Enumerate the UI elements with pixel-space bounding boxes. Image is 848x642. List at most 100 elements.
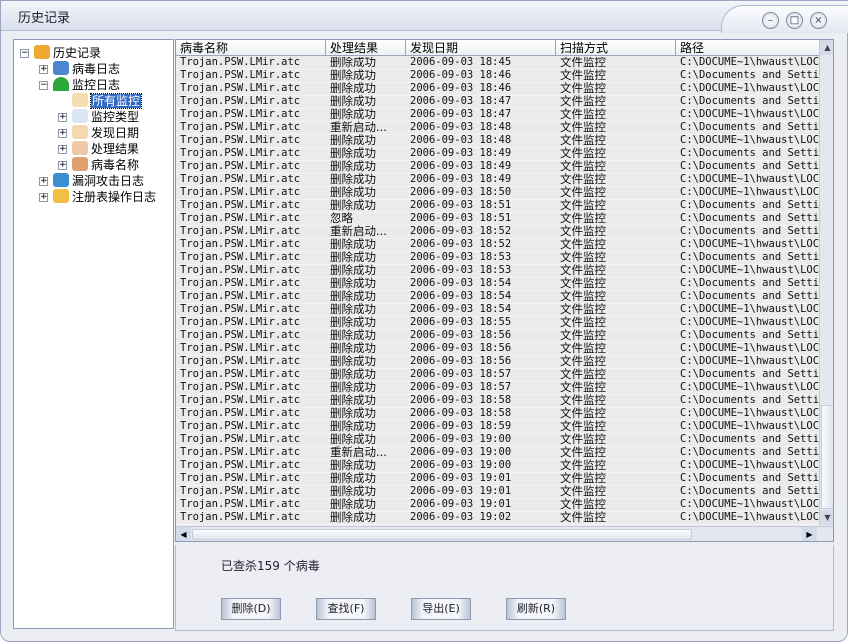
tree-expand-toggle[interactable]: + [58, 161, 67, 170]
cell-date: 2006-09-03 19:00 [410, 459, 512, 471]
cell-date: 2006-09-03 18:49 [410, 173, 512, 185]
tree-node-monitor-log[interactable]: 监控日志 [53, 77, 120, 93]
cell-scan-method: 文件监控 [560, 446, 606, 459]
close-button[interactable]: × [810, 12, 827, 29]
cell-date: 2006-09-03 19:01 [410, 498, 512, 510]
cell-result: 删除成功 [330, 381, 376, 394]
table-header: 病毒名称 处理结果 发现日期 扫描方式 路径 [176, 40, 819, 56]
cell-virus-name: Trojan.PSW.LMir.atc [180, 472, 301, 484]
cell-result: 删除成功 [330, 485, 376, 498]
cell-scan-method: 文件监控 [560, 238, 606, 251]
cell-virus-name: Trojan.PSW.LMir.atc [180, 199, 301, 211]
cell-result: 重新启动... [330, 225, 387, 238]
cell-path: C:\DOCUME~1\hwaust\LOCA [680, 316, 819, 328]
title-bar[interactable]: 历史记录 – □ × [1, 1, 848, 33]
cell-scan-method: 文件监控 [560, 251, 606, 264]
cell-result: 删除成功 [330, 394, 376, 407]
cell-scan-method: 文件监控 [560, 420, 606, 433]
delete-button[interactable]: 删除(D) [221, 598, 281, 620]
cell-scan-method: 文件监控 [560, 485, 606, 498]
tree-node-virus-name[interactable]: 病毒名称 [72, 157, 139, 173]
cell-path: C:\DOCUME~1\hwaust\LOCA [680, 498, 819, 510]
cell-path: C:\DOCUME~1\hwaust\LOCA [680, 355, 819, 367]
cell-date: 2006-09-03 18:46 [410, 69, 512, 81]
cell-virus-name: Trojan.PSW.LMir.atc [180, 82, 301, 94]
cell-virus-name: Trojan.PSW.LMir.atc [180, 446, 301, 458]
table-row[interactable]: Trojan.PSW.LMir.atc 删除成功 2006-09-03 19:02 文… [176, 511, 819, 525]
cell-virus-name: Trojan.PSW.LMir.atc [180, 186, 301, 198]
tree-node-history[interactable]: 历史记录 [34, 45, 101, 61]
column-header-date[interactable]: 发现日期 [406, 40, 556, 56]
scroll-right-button[interactable]: ▶ [802, 527, 817, 541]
column-header-result[interactable]: 处理结果 [326, 40, 406, 56]
registry-icon [53, 189, 69, 203]
cell-virus-name: Trojan.PSW.LMir.atc [180, 433, 301, 445]
export-button[interactable]: 导出(E) [411, 598, 471, 620]
cell-path: C:\Documents and Settin [680, 251, 819, 263]
cell-date: 2006-09-03 18:53 [410, 264, 512, 276]
tree-node-monitor-type[interactable]: 监控类型 [72, 109, 139, 125]
minimize-button[interactable]: – [762, 12, 779, 29]
find-button[interactable]: 查找(F) [316, 598, 376, 620]
tree-expand-toggle[interactable]: + [58, 129, 67, 138]
tree-expand-toggle[interactable]: + [58, 113, 67, 122]
scroll-left-button[interactable]: ◀ [176, 527, 191, 541]
cell-date: 2006-09-03 18:47 [410, 95, 512, 107]
cell-virus-name: Trojan.PSW.LMir.atc [180, 212, 301, 224]
result-icon [72, 141, 88, 155]
tree-collapse-toggle[interactable]: − [20, 49, 29, 58]
tree-expand-toggle[interactable]: + [58, 145, 67, 154]
tree-node-all-monitor[interactable]: 所有监控 [72, 93, 143, 109]
vertical-scrollbar[interactable]: ▲ ▼ [819, 40, 833, 526]
clock-icon [72, 125, 88, 139]
cell-path: C:\Documents and Settin [680, 225, 819, 237]
tree-expand-toggle[interactable]: + [39, 193, 48, 202]
cell-result: 重新启动... [330, 446, 387, 459]
column-header-path[interactable]: 路径 [676, 40, 819, 56]
cell-date: 2006-09-03 18:49 [410, 160, 512, 172]
cell-virus-name: Trojan.PSW.LMir.atc [180, 251, 301, 263]
cell-path: C:\DOCUME~1\hwaust\LOCA [680, 459, 819, 471]
cell-date: 2006-09-03 18:49 [410, 147, 512, 159]
tree-node-exploit-log[interactable]: 漏洞攻击日志 [53, 173, 144, 189]
tree-node-virus-log[interactable]: 病毒日志 [53, 61, 120, 77]
tree-node-label: 发现日期 [91, 126, 140, 140]
cell-path: C:\DOCUME~1\hwaust\LOCA [680, 420, 819, 432]
scroll-down-button[interactable]: ▼ [820, 510, 833, 525]
cell-result: 删除成功 [330, 355, 376, 368]
cell-path: C:\DOCUME~1\hwaust\LOCA [680, 381, 819, 393]
cell-path: C:\Documents and Settin [680, 212, 819, 224]
column-header-virus-name[interactable]: 病毒名称 [176, 40, 326, 56]
cell-path: C:\DOCUME~1\hwaust\LOCA [680, 511, 819, 523]
tree-node-result[interactable]: 处理结果 [72, 141, 139, 157]
cell-path: C:\DOCUME~1\hwaust\LOCA [680, 108, 819, 120]
cell-result: 删除成功 [330, 69, 376, 82]
cell-date: 2006-09-03 19:00 [410, 446, 512, 458]
tree-node-found-date[interactable]: 发现日期 [72, 125, 139, 141]
tree-expand-toggle[interactable]: + [39, 177, 48, 186]
cell-virus-name: Trojan.PSW.LMir.atc [180, 69, 301, 81]
window-controls-area [721, 5, 848, 33]
cell-path: C:\Documents and Settin [680, 121, 819, 133]
scroll-up-button[interactable]: ▲ [820, 40, 833, 55]
horizontal-scrollbar[interactable]: ◀ ▶ [176, 526, 833, 541]
cell-virus-name: Trojan.PSW.LMir.atc [180, 511, 301, 523]
tree-expand-toggle[interactable]: + [39, 65, 48, 74]
refresh-button[interactable]: 刷新(R) [506, 598, 566, 620]
horizontal-scroll-thumb[interactable] [192, 529, 692, 540]
maximize-button[interactable]: □ [786, 12, 803, 29]
vertical-scroll-thumb[interactable] [821, 405, 833, 509]
table-body: Trojan.PSW.LMir.atc 删除成功 2006-09-03 18:45 文… [176, 57, 819, 527]
cell-scan-method: 文件监控 [560, 329, 606, 342]
tree-node-label: 病毒名称 [91, 158, 140, 172]
cell-scan-method: 文件监控 [560, 472, 606, 485]
cell-result: 删除成功 [330, 199, 376, 212]
cell-scan-method: 文件监控 [560, 407, 606, 420]
column-header-scan-method[interactable]: 扫描方式 [556, 40, 676, 56]
cell-scan-method: 文件监控 [560, 225, 606, 238]
cell-date: 2006-09-03 18:51 [410, 199, 512, 211]
cell-scan-method: 文件监控 [560, 368, 606, 381]
cell-scan-method: 文件监控 [560, 342, 606, 355]
tree-node-registry-log[interactable]: 注册表操作日志 [53, 189, 156, 205]
tree-collapse-toggle[interactable]: − [39, 81, 48, 90]
